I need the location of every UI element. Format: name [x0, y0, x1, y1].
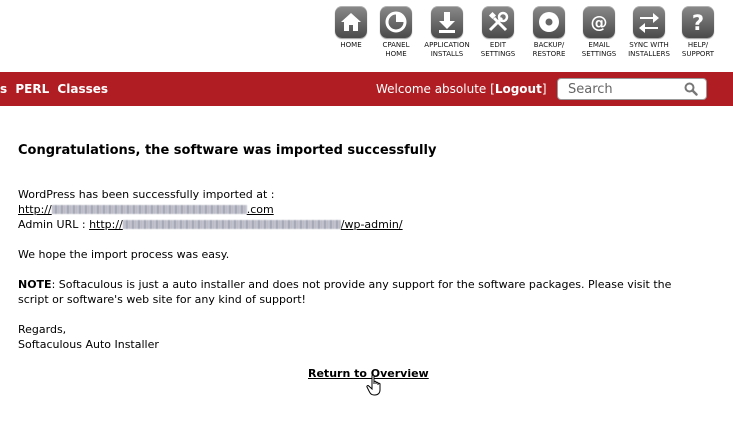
logout-link[interactable]: Logout	[495, 82, 542, 96]
admin-url-link[interactable]: http:// /wp-admin/	[89, 218, 403, 231]
welcome-text: Welcome absolute	[376, 82, 491, 96]
nav-links: s PERL Classes	[0, 72, 112, 106]
svg-text:?: ?	[692, 11, 704, 35]
site-url-link[interactable]: http:// .com	[18, 203, 274, 216]
toolbar-application-installs[interactable]: APPLICATION INSTALLS	[420, 6, 474, 59]
nav-link-classes[interactable]: Classes	[57, 82, 108, 96]
welcome-message: Welcome absolute [Logout]	[376, 72, 547, 106]
search-input[interactable]	[568, 81, 678, 97]
toolbar-application-label: APPLICATION INSTALLS	[424, 41, 470, 58]
top-toolbar: HOME CPANEL HOME APPLICATION INSTALLS EDIT…	[324, 6, 729, 68]
disc-icon	[533, 6, 565, 38]
toolbar-email-label: EMAIL SETTINGS	[581, 41, 617, 58]
download-icon	[431, 6, 463, 38]
toolbar-sync-label: SYNC WITH INSTALLERS	[628, 41, 670, 58]
toolbar-help-support[interactable]: ? HELP/SUPPORT	[671, 6, 725, 59]
success-headline: Congratulations, the software was import…	[18, 143, 437, 158]
navbar: s PERL Classes Welcome absolute [Logout]	[0, 72, 733, 106]
admin-url-line: Admin URL : http:// /wp-admin/	[18, 217, 718, 232]
toolbar-edit-label: EDIT SETTINGS	[480, 41, 516, 58]
site-url-suffix: .com	[246, 203, 274, 216]
toolbar-cpanel-home[interactable]: CPANEL HOME	[369, 6, 423, 59]
toolbar-backup-restore[interactable]: BACKUP/RESTORE	[522, 6, 576, 59]
admin-url-suffix: /wp-admin/	[340, 218, 403, 231]
tools-icon	[482, 6, 514, 38]
redacted-domain	[51, 205, 247, 214]
note-label: NOTE	[18, 278, 52, 291]
home-icon	[335, 6, 367, 38]
hand-cursor-icon	[366, 374, 381, 396]
admin-url-label: Admin URL :	[18, 218, 90, 231]
signature-text: Softaculous Auto Installer	[18, 338, 159, 351]
sync-arrows-icon	[633, 6, 665, 38]
toolbar-help-label: HELP/SUPPORT	[681, 41, 715, 58]
imported-at-text: WordPress has been successfully imported…	[18, 188, 275, 201]
logout-bracket-close: ]	[541, 82, 547, 96]
main-content: Congratulations, the software was import…	[18, 142, 718, 352]
site-url-line: http:// .com	[18, 202, 718, 217]
toolbar-edit-settings[interactable]: EDIT SETTINGS	[471, 6, 525, 59]
nav-link-truncated[interactable]: s	[0, 82, 7, 96]
question-icon: ?	[682, 6, 714, 38]
search-box	[557, 78, 707, 100]
note-line-1: NOTE: Softaculous is just a auto install…	[18, 277, 718, 292]
at-sign-icon: @	[583, 6, 615, 38]
cpanel-icon	[380, 6, 412, 38]
site-url-prefix: http://	[18, 203, 52, 216]
nav-link-perl[interactable]: PERL	[15, 82, 49, 96]
search-icon[interactable]	[684, 82, 698, 96]
toolbar-cpanel-label: CPANEL HOME	[382, 41, 410, 58]
toolbar-sync-installers[interactable]: SYNC WITH INSTALLERS	[622, 6, 676, 59]
page: HOME CPANEL HOME APPLICATION INSTALLS EDIT…	[0, 0, 733, 429]
note-line-2: script or software's web site for any ki…	[18, 293, 306, 306]
redacted-admin-domain	[122, 220, 341, 229]
regards-text: Regards,	[18, 323, 67, 336]
admin-url-prefix: http://	[89, 218, 123, 231]
toolbar-email-settings[interactable]: @ EMAIL SETTINGS	[572, 6, 626, 59]
toolbar-backup-label: BACKUP/RESTORE	[532, 41, 566, 58]
svg-text:@: @	[591, 13, 608, 33]
hope-text: We hope the import process was easy.	[18, 248, 230, 261]
note-text-1: : Softaculous is just a auto installer a…	[51, 278, 672, 291]
